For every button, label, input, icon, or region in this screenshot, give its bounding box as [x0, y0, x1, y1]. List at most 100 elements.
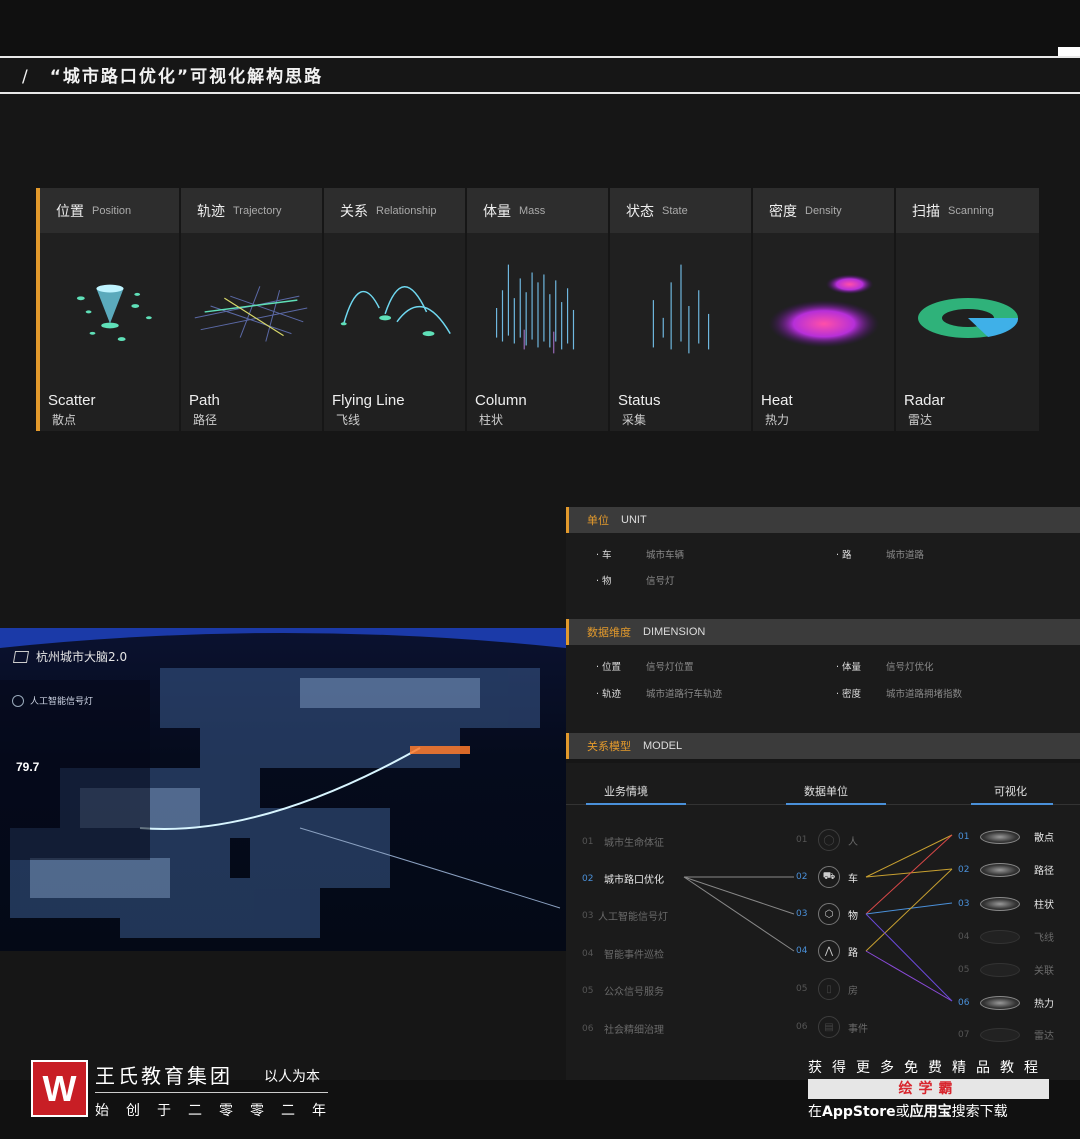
- header-rule-top: [0, 56, 1080, 58]
- path-disc-icon: [980, 862, 1020, 877]
- dimension-key: · 位置: [596, 662, 622, 673]
- event-icon: ▤: [818, 1016, 840, 1038]
- unit-node-active[interactable]: 04 ⋀ 路: [796, 940, 858, 962]
- brand-logo: W: [31, 1060, 88, 1117]
- unit-key: · 路: [836, 550, 852, 561]
- section-head-unit: 单位 UNIT: [566, 507, 1080, 533]
- brand-divider: [95, 1092, 328, 1093]
- item-number: 04: [796, 946, 808, 956]
- promo-app-name[interactable]: 绘学霸: [808, 1079, 1049, 1099]
- yingyongbao-link[interactable]: 应用宝: [910, 1104, 952, 1120]
- card-mass: 体量 Mass Column 柱状: [467, 188, 610, 431]
- business-item: 05 公众信号服务: [582, 983, 664, 999]
- vis-node-active[interactable]: 01 散点: [958, 829, 1054, 844]
- vis-node-active[interactable]: 03 柱状: [958, 896, 1054, 911]
- unit-node-active[interactable]: 03 ⬡ 物: [796, 903, 858, 925]
- unit-node: 05 ▯ 房: [796, 978, 858, 1000]
- card-title-zh: 密度: [769, 203, 797, 220]
- vis-node: 05 关联: [958, 962, 1054, 977]
- item-number: 05: [796, 984, 808, 994]
- item-text: 城市路口优化: [604, 875, 664, 886]
- item-number: 02: [796, 872, 808, 882]
- card-title-zh: 扫描: [912, 203, 940, 220]
- card-head: 关系 Relationship: [324, 188, 465, 233]
- item-text: 关联: [1034, 966, 1054, 977]
- item-text: 热力: [1034, 999, 1054, 1010]
- item-text: 事件: [848, 1023, 868, 1035]
- radar-disc-icon: [980, 1027, 1020, 1042]
- card-name-zh: 雷达: [908, 413, 933, 427]
- card-name-zh: 飞线: [336, 413, 361, 427]
- dimension-value: 城市道路行车轨迹: [646, 689, 723, 700]
- map-title-text: 杭州城市大脑2.0: [36, 650, 128, 664]
- dimension-key: · 轨迹: [596, 689, 622, 700]
- item-number: 01: [958, 831, 970, 842]
- card-title-en: Position: [92, 204, 132, 217]
- top-strip: [0, 0, 1080, 56]
- header-rule-bottom: [0, 92, 1080, 94]
- dimension-value: 信号灯优化: [886, 662, 934, 673]
- appstore-link[interactable]: AppStore: [822, 1104, 896, 1120]
- item-number: 01: [582, 836, 594, 847]
- business-item-active[interactable]: 02 城市路口优化: [582, 871, 664, 887]
- vis-node-active[interactable]: 06 热力: [958, 995, 1054, 1010]
- item-number: 02: [958, 864, 970, 875]
- unit-body: · 车 城市车辆 · 路 城市道路 · 物 信号灯: [566, 533, 1080, 619]
- map-title: 杭州城市大脑2.0: [12, 648, 128, 665]
- column-disc-icon: [980, 896, 1020, 911]
- house-icon: ▯: [818, 978, 840, 1000]
- path-icon: [194, 286, 308, 342]
- title-text: “城市路口优化”可视化解构思路: [49, 67, 324, 87]
- card-relationship: 关系 Relationship Flying Line 飞线: [324, 188, 467, 431]
- business-item: 06 社会精细治理: [582, 1021, 664, 1037]
- unit-node-active[interactable]: 02 ⛟ 车: [796, 866, 858, 888]
- item-text: 车: [848, 873, 858, 885]
- relationship-model: 业务情境 数据单位 可视化 01 城市生命体征 02 城市路口优化 03 人工智能信号…: [566, 763, 1080, 1080]
- promo-headline: 获得更多免费精品教程: [808, 1060, 1048, 1076]
- unit-key: · 车: [596, 550, 612, 561]
- item-number: 05: [582, 985, 594, 996]
- card-title-en: Mass: [519, 204, 546, 217]
- road-icon: ⋀: [818, 940, 840, 962]
- car-icon: ⛟: [818, 866, 840, 888]
- map-subtitle-text: 人工智能信号灯: [30, 697, 94, 707]
- item-number: 02: [582, 873, 594, 884]
- card-name-zh: 路径: [193, 413, 218, 427]
- card-title-zh: 状态: [626, 203, 654, 220]
- card-name-en: Status: [618, 392, 661, 409]
- business-item: 01 城市生命体征: [582, 834, 664, 850]
- card-name-zh: 热力: [765, 413, 790, 427]
- card-name-en: Column: [475, 392, 527, 409]
- item-text: 房: [848, 985, 858, 997]
- scatter-disc-icon: [980, 829, 1020, 844]
- map-metric-value: 79.7: [16, 760, 40, 774]
- promo-download-text: 在AppStore或应用宝搜索下载: [808, 1101, 1008, 1121]
- vis-node-active[interactable]: 02 路径: [958, 862, 1054, 877]
- heat-disc-icon: [980, 995, 1020, 1010]
- relation-disc-icon: [980, 962, 1020, 977]
- item-text: 飞线: [1034, 933, 1054, 944]
- card-head: 扫描 Scanning: [896, 188, 1039, 233]
- map-subtitle: 人工智能信号灯: [12, 694, 93, 707]
- unit-item: · 车 城市车辆: [596, 547, 684, 561]
- dimension-value: 信号灯位置: [646, 662, 694, 673]
- item-text: 社会精细治理: [604, 1025, 664, 1036]
- city-map-graphic: [0, 628, 566, 938]
- hexagon-icon: [12, 650, 30, 663]
- heat-icon: [768, 274, 880, 348]
- item-number: 06: [796, 1022, 808, 1032]
- vis-node: 04 飞线: [958, 929, 1054, 944]
- item-number: 04: [958, 931, 970, 942]
- card-name-zh: 柱状: [479, 413, 504, 427]
- card-title-en: Trajectory: [233, 204, 282, 217]
- dimension-body: · 位置 信号灯位置 · 体量 信号灯优化 · 轨迹 城市道路行车轨迹 · 密度 城市道…: [566, 645, 1080, 733]
- brand-motto: 以人为本: [264, 1069, 320, 1085]
- item-number: 03: [582, 910, 594, 921]
- item-text: 人工智能信号灯: [598, 912, 668, 923]
- section-title-zh: 关系模型: [587, 740, 631, 753]
- section-title-en: UNIT: [621, 514, 647, 526]
- dimension-key: · 密度: [836, 689, 862, 700]
- section-title-en: DIMENSION: [643, 626, 706, 638]
- card-title-zh: 体量: [483, 203, 511, 220]
- item-text: 公众信号服务: [604, 987, 664, 998]
